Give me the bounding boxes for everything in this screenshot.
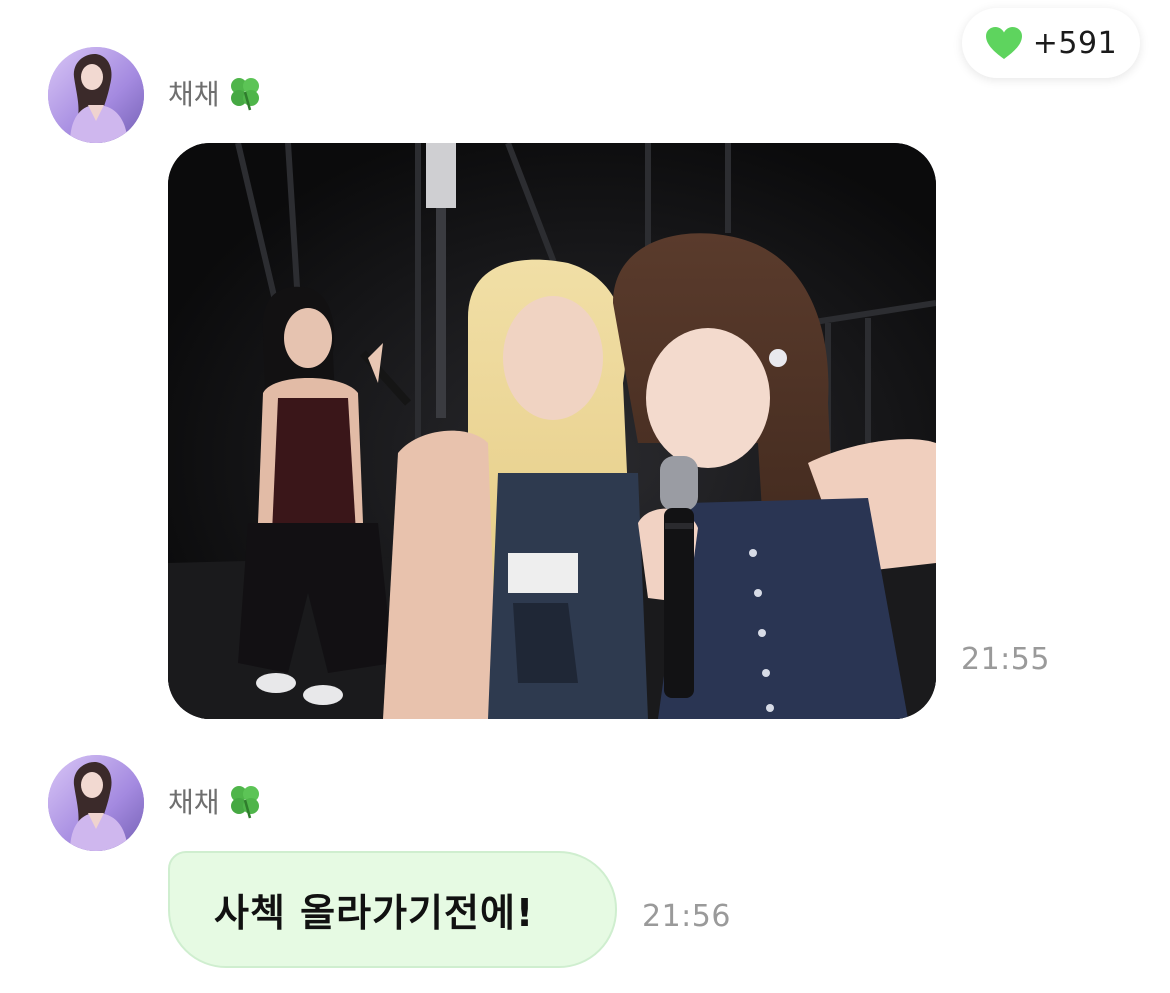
- reaction-count: +591: [1032, 25, 1118, 61]
- four-leaf-clover-icon: [230, 78, 259, 111]
- avatar[interactable]: [48, 47, 144, 143]
- sender-name: 채채: [168, 73, 264, 113]
- sender-name-label: 채채: [168, 786, 220, 819]
- four-leaf-clover-icon: [230, 786, 259, 819]
- photo-message[interactable]: [168, 143, 936, 719]
- green-heart-icon: [985, 27, 1022, 59]
- avatar[interactable]: [48, 755, 144, 851]
- chat-screen: +591 채채 21:55 채채 사첵 올라가기전에! 21:56: [0, 0, 1170, 993]
- message-timestamp: 21:56: [642, 899, 731, 934]
- message-timestamp: 21:55: [961, 642, 1050, 677]
- sender-name-label: 채채: [168, 78, 220, 111]
- message-text: 사첵 올라가기전에!: [214, 891, 535, 935]
- sender-name: 채채: [168, 781, 264, 821]
- reaction-count-button[interactable]: +591: [962, 8, 1140, 78]
- message-bubble[interactable]: 사첵 올라가기전에!: [168, 851, 617, 968]
